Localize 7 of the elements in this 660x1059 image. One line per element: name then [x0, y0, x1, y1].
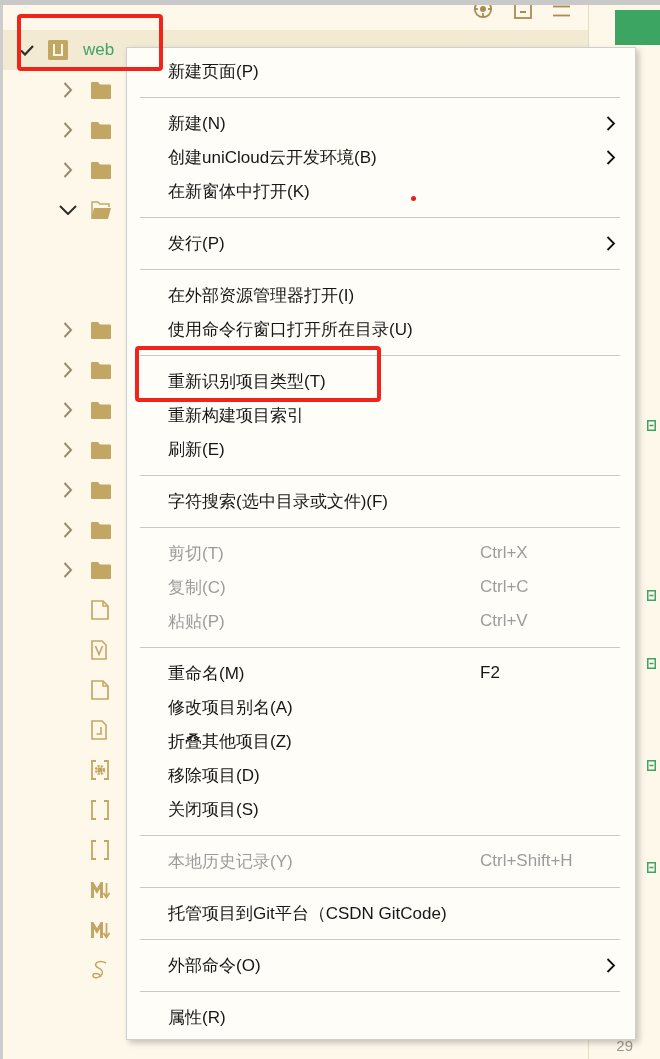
- shortcut-label: F2: [480, 663, 501, 683]
- shortcut-label: Ctrl+Shift+H: [480, 851, 574, 871]
- project-name: web: [83, 40, 115, 60]
- shortcut-label: Ctrl+V: [480, 611, 529, 631]
- line-number: 29: [616, 1038, 633, 1054]
- shortcut-label: Ctrl+X: [480, 543, 529, 563]
- shortcut-label: Ctrl+C: [480, 577, 530, 597]
